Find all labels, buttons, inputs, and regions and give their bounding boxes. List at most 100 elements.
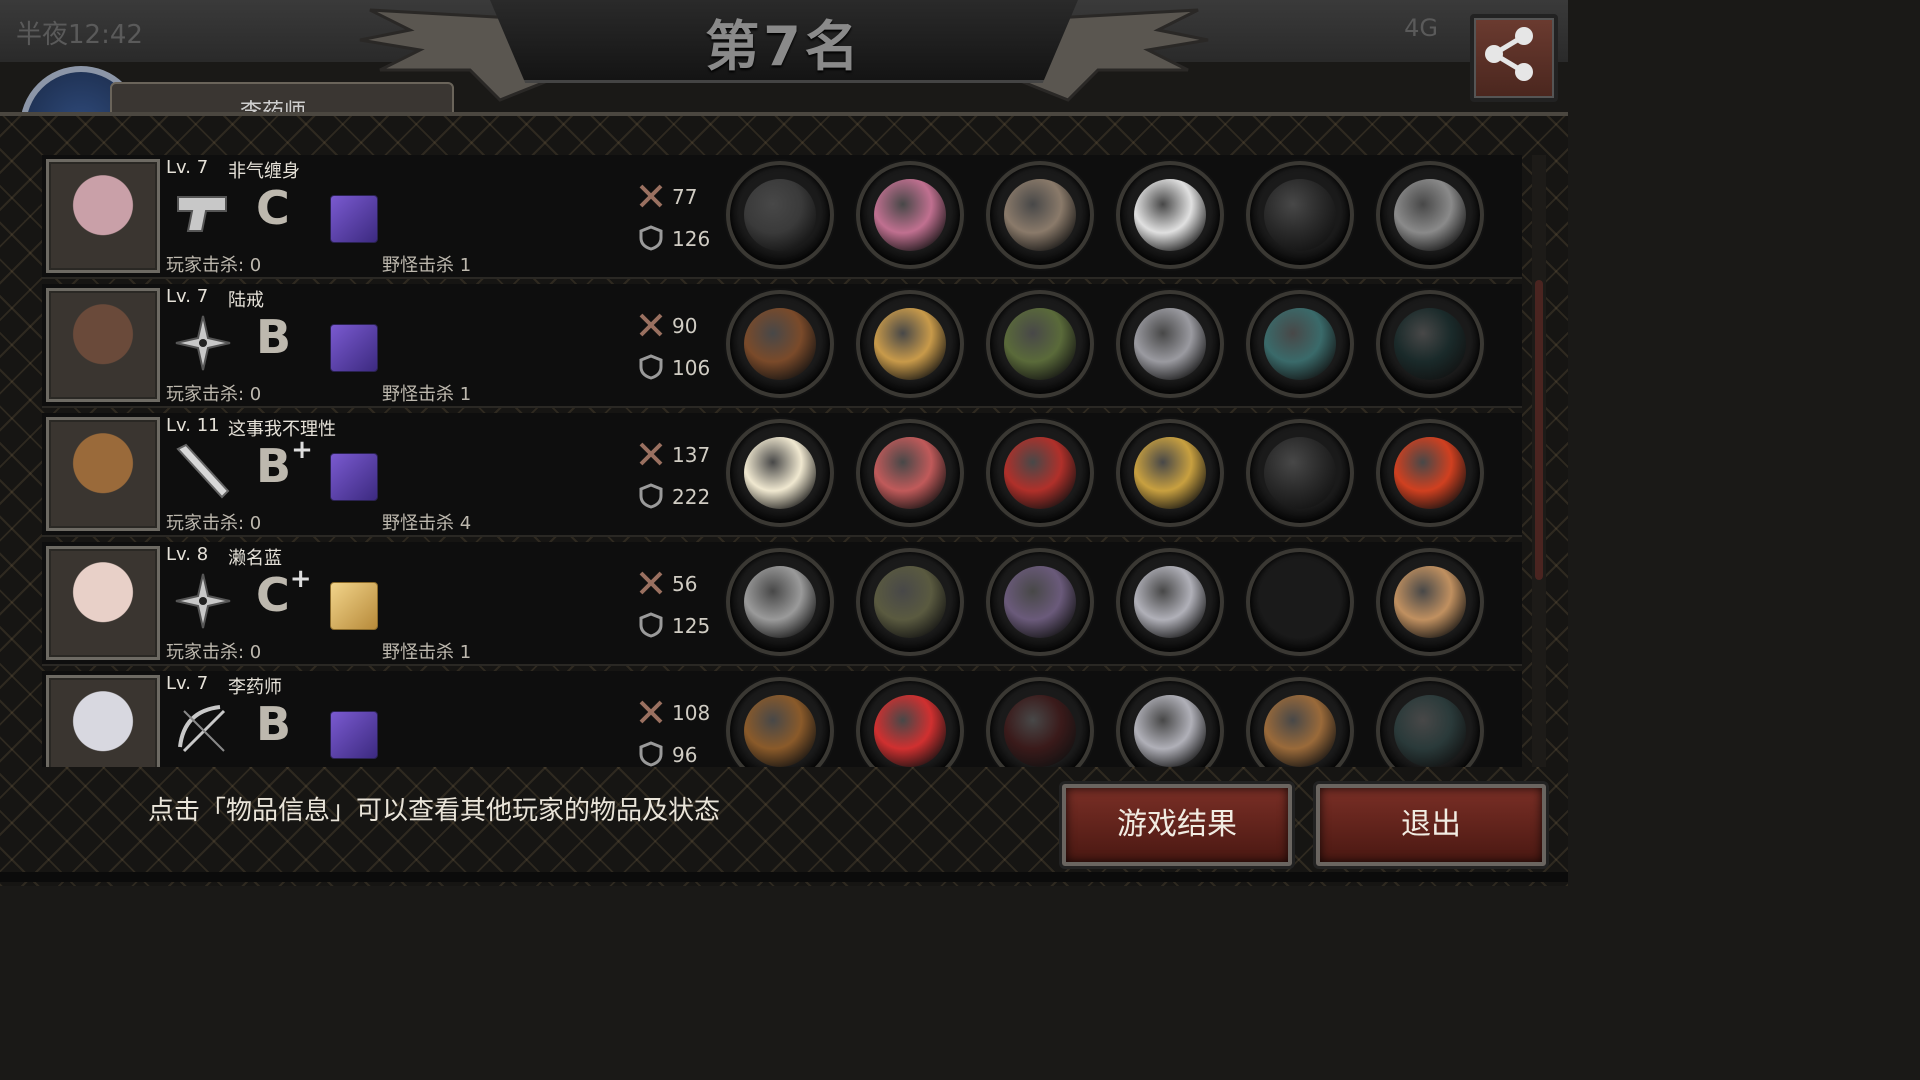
attack-value: 56 xyxy=(672,572,698,596)
player-portrait[interactable] xyxy=(46,159,160,273)
equipment-item xyxy=(1134,308,1206,380)
equipment-item xyxy=(874,695,946,767)
equipment-item xyxy=(744,695,816,767)
defense-value: 126 xyxy=(672,227,711,251)
equipment-slot[interactable] xyxy=(986,677,1094,767)
equipment-slot[interactable] xyxy=(1116,419,1224,527)
skill-icon[interactable] xyxy=(330,324,378,372)
equipment-slot[interactable] xyxy=(1246,548,1354,656)
equipment-slot[interactable] xyxy=(1376,161,1484,269)
player-grade: B xyxy=(256,697,291,751)
pistol-icon xyxy=(177,196,227,232)
skill-icon[interactable] xyxy=(330,582,378,630)
monster-kills: 野怪击杀 1 xyxy=(382,642,472,663)
exit-button[interactable]: 退出 xyxy=(1316,784,1546,866)
equipment-slot[interactable] xyxy=(726,161,834,269)
equipment-slot[interactable] xyxy=(986,161,1094,269)
hint-text: 点击「物品信息」可以查看其他玩家的物品及状态 xyxy=(148,796,721,826)
equipment-slot[interactable] xyxy=(856,419,964,527)
player-portrait[interactable] xyxy=(46,288,160,402)
player-kills: 玩家击杀: 0 xyxy=(166,513,262,534)
defense-icon xyxy=(639,741,663,767)
equipment-item xyxy=(1004,179,1076,251)
attack-icon xyxy=(639,313,663,337)
player-grade: C xyxy=(256,181,290,235)
game-result-button[interactable]: 游戏结果 xyxy=(1062,784,1292,866)
attack-value: 90 xyxy=(672,314,698,338)
player-name: 濑名蓝 xyxy=(228,548,282,569)
equipment-slot[interactable] xyxy=(1246,677,1354,767)
player-row[interactable]: Lv. 7 陆戒 B 玩家击杀: 0 野怪击杀 1 90 106 xyxy=(42,284,1522,408)
player-name: 李药师 xyxy=(228,677,282,698)
equipment-slot[interactable] xyxy=(1116,677,1224,767)
equipment-item xyxy=(1264,308,1336,380)
equipment-item xyxy=(1264,695,1336,767)
player-level: Lv. 7 xyxy=(166,157,209,178)
equipment-slot[interactable] xyxy=(856,548,964,656)
equipment-item xyxy=(1394,695,1466,767)
skill-icon[interactable] xyxy=(330,195,378,243)
player-portrait[interactable] xyxy=(46,675,160,767)
bat-icon xyxy=(176,443,230,499)
equipment-slot[interactable] xyxy=(1116,548,1224,656)
equipment-slot[interactable] xyxy=(726,290,834,398)
equipment-slot[interactable] xyxy=(856,290,964,398)
grade-letter: B xyxy=(256,310,292,364)
equipment-slot[interactable] xyxy=(726,419,834,527)
equipment-slot[interactable] xyxy=(1376,548,1484,656)
skill-icon[interactable] xyxy=(330,711,378,759)
equipment-item xyxy=(1134,566,1206,638)
attack-icon xyxy=(639,184,663,208)
grade-plus: + xyxy=(289,564,312,594)
equipment-item xyxy=(1134,437,1206,509)
equipment-slot[interactable] xyxy=(986,290,1094,398)
equipment-item xyxy=(1394,308,1466,380)
equipment-slot[interactable] xyxy=(1116,290,1224,398)
equipment-slot[interactable] xyxy=(856,677,964,767)
equipment-item xyxy=(1264,566,1336,638)
attack-value: 137 xyxy=(672,443,711,467)
equipment-slot[interactable] xyxy=(1376,419,1484,527)
attack-value: 77 xyxy=(672,185,698,209)
equipment-slot[interactable] xyxy=(1116,161,1224,269)
player-kills: 玩家击杀: 0 xyxy=(166,642,262,663)
equipment-slot[interactable] xyxy=(1246,419,1354,527)
equipment-slot[interactable] xyxy=(1246,161,1354,269)
share-icon xyxy=(1485,27,1533,81)
attack-value: 108 xyxy=(672,701,711,725)
equipment-slot[interactable] xyxy=(1376,290,1484,398)
equipment-slot[interactable] xyxy=(726,548,834,656)
attack-icon xyxy=(639,571,663,595)
equipment-item xyxy=(874,437,946,509)
player-portrait[interactable] xyxy=(46,546,160,660)
equipment-item xyxy=(1134,179,1206,251)
equipment-slot[interactable] xyxy=(986,548,1094,656)
player-level: Lv. 7 xyxy=(166,286,209,307)
equipment-slot[interactable] xyxy=(986,419,1094,527)
status-time: 半夜12:42 xyxy=(16,20,143,50)
equipment-item xyxy=(1004,437,1076,509)
equipment-item xyxy=(1004,695,1076,767)
status-network: 4G xyxy=(1404,14,1438,42)
share-button[interactable] xyxy=(1470,14,1558,102)
player-row[interactable]: Lv. 8 濑名蓝 C+ 玩家击杀: 0 野怪击杀 1 56 125 xyxy=(42,542,1522,666)
skill-icon[interactable] xyxy=(330,453,378,501)
player-list[interactable]: Lv. 7 非气缠身 C 玩家击杀: 0 野怪击杀 1 77 126 Lv. 7 陆戒 B 玩家击杀… xyxy=(42,155,1522,767)
equipment-slot[interactable] xyxy=(1376,677,1484,767)
grade-letter: B xyxy=(256,697,292,751)
player-grade: B+ xyxy=(256,435,313,493)
player-row[interactable]: Lv. 7 非气缠身 C 玩家击杀: 0 野怪击杀 1 77 126 xyxy=(42,155,1522,279)
scrollbar-thumb[interactable] xyxy=(1535,280,1543,580)
defense-icon xyxy=(639,225,663,251)
grade-letter: C xyxy=(256,568,290,622)
monster-kills: 野怪击杀 1 xyxy=(382,255,472,276)
equipment-slot[interactable] xyxy=(726,677,834,767)
equipment-slot[interactable] xyxy=(1246,290,1354,398)
player-portrait[interactable] xyxy=(46,417,160,531)
monster-kills: 野怪击杀 1 xyxy=(382,384,472,405)
defense-value: 106 xyxy=(672,356,711,380)
player-row[interactable]: Lv. 7李药师B玩家击杀: 0野怪击杀 110896 xyxy=(42,671,1522,767)
player-row[interactable]: Lv. 11 这事我不理性 B+ 玩家击杀: 0 野怪击杀 4 137 222 xyxy=(42,413,1522,537)
defense-icon xyxy=(639,483,663,509)
equipment-slot[interactable] xyxy=(856,161,964,269)
